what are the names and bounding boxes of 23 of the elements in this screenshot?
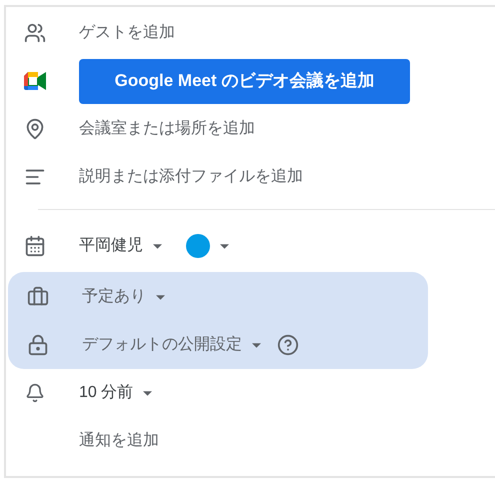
lock-icon <box>27 334 49 356</box>
add-description-field[interactable]: 説明または添付ファイルを追加 <box>79 165 303 189</box>
video-camera-icon <box>24 72 46 90</box>
people-icon <box>24 22 46 44</box>
add-guests-field[interactable]: ゲストを追加 <box>79 21 175 45</box>
add-notification-link[interactable]: 通知を追加 <box>79 429 159 453</box>
caret-icon <box>220 244 229 248</box>
calendar-owner-dropdown[interactable]: 平岡健児 <box>79 234 162 258</box>
add-location-field[interactable]: 会議室または場所を追加 <box>79 117 255 141</box>
help-icon[interactable] <box>277 334 299 356</box>
notification-time-dropdown[interactable]: 10 分前 <box>79 381 152 405</box>
availability-dropdown[interactable]: 予定あり <box>82 285 165 309</box>
briefcase-icon <box>27 286 49 308</box>
calendar-icon <box>24 235 46 257</box>
add-video-conference-button[interactable]: Google Meet のビデオ会議を追加 <box>79 58 410 104</box>
caret-icon <box>143 390 152 396</box>
caret-icon <box>153 244 162 248</box>
caret-icon <box>252 342 261 348</box>
caret-icon <box>156 294 165 300</box>
location-pin-icon <box>24 118 46 140</box>
bell-icon <box>25 383 45 403</box>
visibility-dropdown[interactable]: デフォルトの公開設定 <box>82 333 261 357</box>
event-color-dropdown[interactable] <box>186 234 229 258</box>
